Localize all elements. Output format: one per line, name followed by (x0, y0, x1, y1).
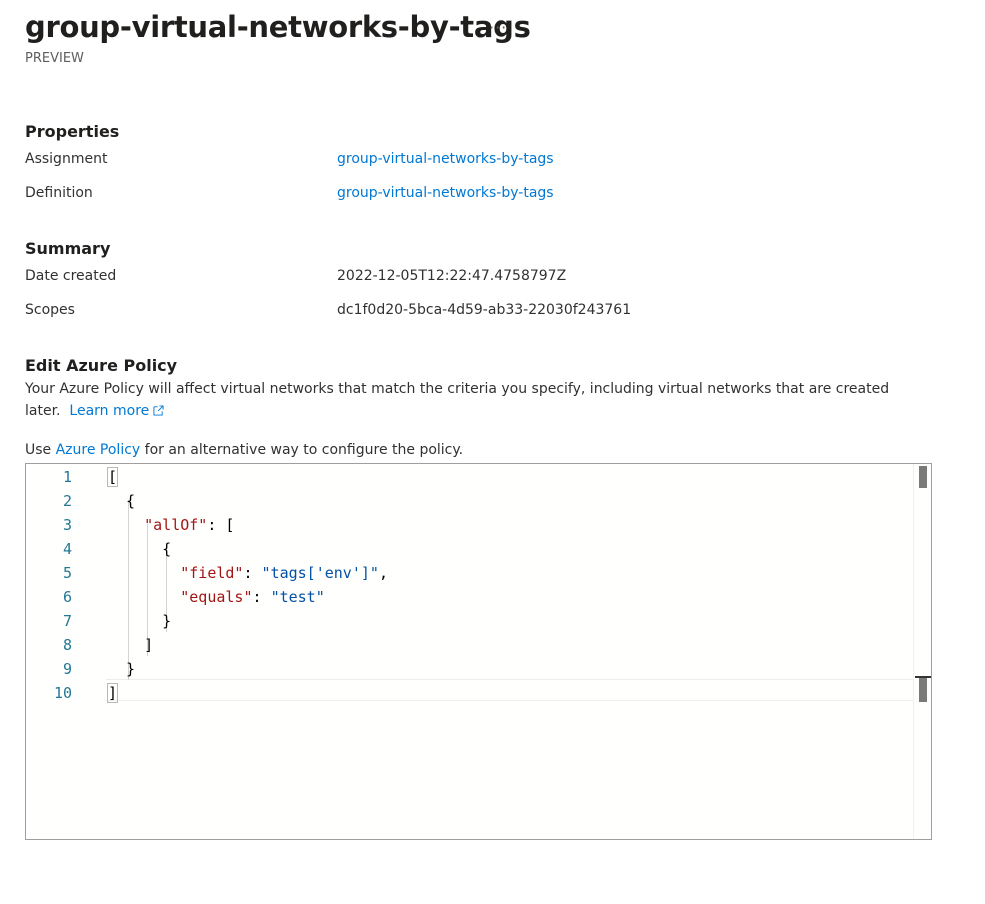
code-line: "equals": "test" (108, 585, 325, 609)
json-punctuation: [ (106, 467, 119, 487)
json-punctuation: { (108, 492, 136, 510)
line-number: 4 (62, 540, 72, 558)
line-number: 2 (62, 492, 72, 510)
definition-link[interactable]: group-virtual-networks-by-tags (337, 185, 554, 201)
json-punctuation: : (252, 588, 271, 606)
json-string: "tags['env']" (261, 564, 379, 582)
assignment-link[interactable]: group-virtual-networks-by-tags (337, 151, 554, 167)
more-options-button[interactable]: ··· (489, 18, 507, 37)
json-punctuation: : (243, 564, 262, 582)
code-line: ] (108, 633, 153, 657)
json-key: "field" (180, 564, 244, 582)
line-number: 7 (62, 612, 72, 630)
date-created-value: 2022-12-05T12:22:47.4758797Z (337, 268, 567, 284)
json-punctuation: } (108, 612, 172, 630)
line-number: 6 (62, 588, 72, 606)
line-number: 1 (62, 468, 72, 486)
scrollbar-thumb-secondary (919, 678, 927, 702)
page-title: group-virtual-networks-by-tags (25, 10, 531, 44)
external-link-icon (153, 405, 164, 416)
json-punctuation (108, 588, 180, 606)
use-azure-policy-line: Use Azure Policy for an alternative way … (25, 442, 463, 458)
summary-heading: Summary (25, 239, 111, 258)
learn-more-link[interactable]: Learn more (69, 403, 164, 419)
code-line: } (108, 609, 171, 633)
json-key: "equals" (180, 588, 253, 606)
code-line: [ (106, 465, 119, 489)
code-line: } (108, 657, 135, 681)
properties-heading: Properties (25, 122, 120, 141)
json-punctuation (108, 564, 180, 582)
json-key: "allOf" (144, 516, 208, 534)
assignment-label: Assignment (25, 151, 108, 167)
code-line: ] (106, 681, 119, 705)
definition-label: Definition (25, 185, 93, 201)
scrollbar-thumb[interactable] (919, 466, 927, 488)
json-punctuation: : [ (207, 516, 235, 534)
azure-policy-link[interactable]: Azure Policy (56, 442, 141, 458)
json-punctuation (108, 516, 144, 534)
line-number: 10 (53, 684, 72, 702)
line-number: 3 (62, 516, 72, 534)
line-number: 8 (62, 636, 72, 654)
policy-code-editor[interactable]: 1 2 3 4 5 6 7 8 9 10 [ { "allOf": [ { "field": "t… (25, 463, 932, 840)
json-string: "test" (270, 588, 325, 606)
current-line-highlight (106, 679, 930, 701)
json-punctuation: ] (106, 683, 119, 703)
code-line: "field": "tags['env']", (108, 561, 388, 585)
learn-more-label: Learn more (69, 403, 150, 419)
code-line: { (108, 537, 171, 561)
code-line: "allOf": [ (108, 513, 234, 537)
vertical-scrollbar[interactable] (913, 464, 931, 839)
edit-policy-description: Your Azure Policy will affect virtual ne… (25, 378, 925, 422)
json-punctuation: , (378, 564, 388, 582)
code-line: { (108, 489, 135, 513)
json-punctuation: } (108, 660, 136, 678)
json-punctuation: ] (108, 636, 154, 654)
date-created-label: Date created (25, 268, 117, 284)
use-prefix: Use (25, 442, 56, 458)
edit-policy-heading: Edit Azure Policy (25, 356, 178, 375)
json-punctuation: { (108, 540, 172, 558)
use-suffix: for an alternative way to configure the … (140, 442, 464, 458)
line-number: 9 (62, 660, 72, 678)
preview-label: PREVIEW (25, 51, 84, 66)
line-number: 5 (62, 564, 72, 582)
scopes-value: dc1f0d20-5bca-4d59-ab33-22030f243761 (337, 302, 632, 318)
scopes-label: Scopes (25, 302, 75, 318)
